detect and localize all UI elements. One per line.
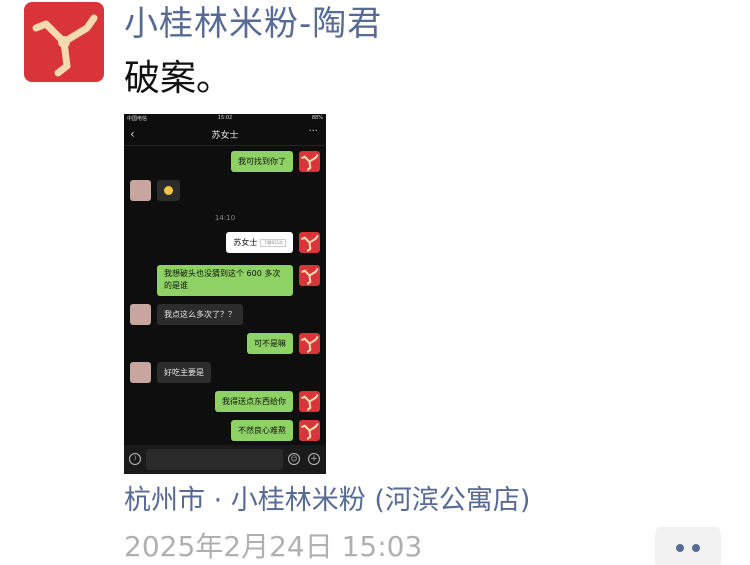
post-text: 破案。 (124, 58, 233, 99)
card-tag: 下题815次 (260, 238, 286, 247)
emoji-icon: ☺ (288, 453, 300, 465)
battery-label: 88% (311, 115, 323, 121)
sender-avatar (299, 391, 320, 412)
chat-bubble-emoji (157, 180, 180, 201)
chat-nav-bar: ‹ 苏女士 ··· (124, 123, 326, 146)
sender-avatar (299, 333, 320, 354)
status-bar: 中国电信 15:02 88% (124, 114, 326, 123)
chat-input-field (146, 449, 283, 470)
dot-icon (692, 544, 700, 552)
triskelion-icon (301, 268, 319, 285)
chat-bubble: 可不是嘛 (247, 333, 293, 354)
chat-screenshot-image[interactable]: 中国电信 15:02 88% ‹ 苏女士 ··· 我可找到你了 14:10 苏女… (124, 114, 326, 474)
chat-bubble: 我得送点东西给你 (215, 391, 293, 412)
chat-bubble: 我可找到你了 (231, 151, 293, 172)
smiley-emoji-icon (164, 186, 173, 195)
voice-icon: ) (129, 453, 141, 465)
sender-avatar (299, 265, 320, 286)
chat-bubble: 我想破头也没猜到这个 600 多次的是谁 (157, 265, 293, 296)
location-link[interactable]: 杭州市 · 小桂林米粉 (河滨公寓店) (124, 484, 530, 518)
status-time: 15:02 (217, 115, 233, 121)
chat-title: 苏女士 (211, 131, 239, 141)
plus-icon: + (308, 453, 320, 465)
triskelion-icon (32, 14, 98, 77)
author-name[interactable]: 小桂林米粉-陶君 (124, 2, 382, 46)
chat-timestamp: 14:10 (214, 214, 236, 222)
contact-avatar (130, 180, 151, 201)
more-actions-button[interactable] (655, 527, 721, 565)
chat-bubble-card: 苏女士 下题815次 (226, 232, 293, 253)
sender-avatar (299, 420, 320, 441)
sender-avatar (299, 151, 320, 172)
triskelion-icon (301, 154, 319, 171)
dot-icon (676, 544, 684, 552)
chat-bubble: 好吃主要是 (157, 362, 211, 383)
chat-input-bar: ) ☺ + (124, 445, 326, 474)
more-dots-icon: ··· (308, 126, 318, 137)
contact-avatar (130, 304, 151, 325)
triskelion-icon (301, 394, 319, 411)
post-timestamp: 2025年2月24日 15:03 (124, 530, 423, 563)
card-name: 苏女士 (233, 238, 258, 247)
sender-avatar (299, 232, 320, 253)
contact-avatar (130, 362, 151, 383)
triskelion-icon (301, 336, 319, 353)
chat-bubble: 不然良心难熬 (231, 420, 293, 441)
chat-bubble: 我点这么多次了？？ (157, 304, 243, 325)
triskelion-icon (301, 235, 319, 252)
author-avatar[interactable] (24, 2, 104, 82)
triskelion-icon (301, 423, 319, 440)
